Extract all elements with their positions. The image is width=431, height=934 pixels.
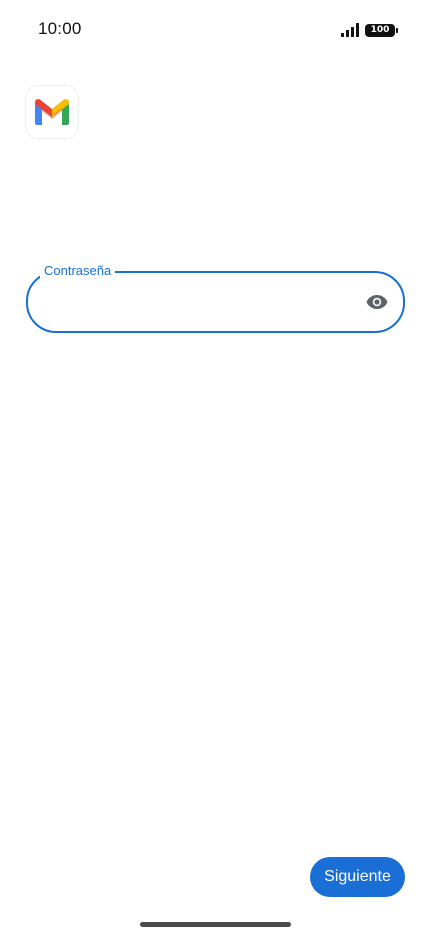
next-button[interactable]: Siguiente <box>310 857 405 897</box>
toggle-password-visibility-button[interactable] <box>361 286 393 318</box>
password-input[interactable] <box>48 287 348 317</box>
eye-icon <box>366 295 388 309</box>
password-field-label: Contraseña <box>40 263 116 279</box>
battery-icon: 100 <box>365 23 398 37</box>
status-time: 10:00 <box>38 19 82 38</box>
status-bar: 10:00 100 <box>0 0 431 58</box>
status-icons: 100 <box>341 22 398 38</box>
password-field[interactable]: Contraseña <box>26 263 405 333</box>
gmail-logo-icon <box>26 86 78 138</box>
home-indicator[interactable] <box>140 922 291 927</box>
signal-bars-icon <box>341 23 359 37</box>
